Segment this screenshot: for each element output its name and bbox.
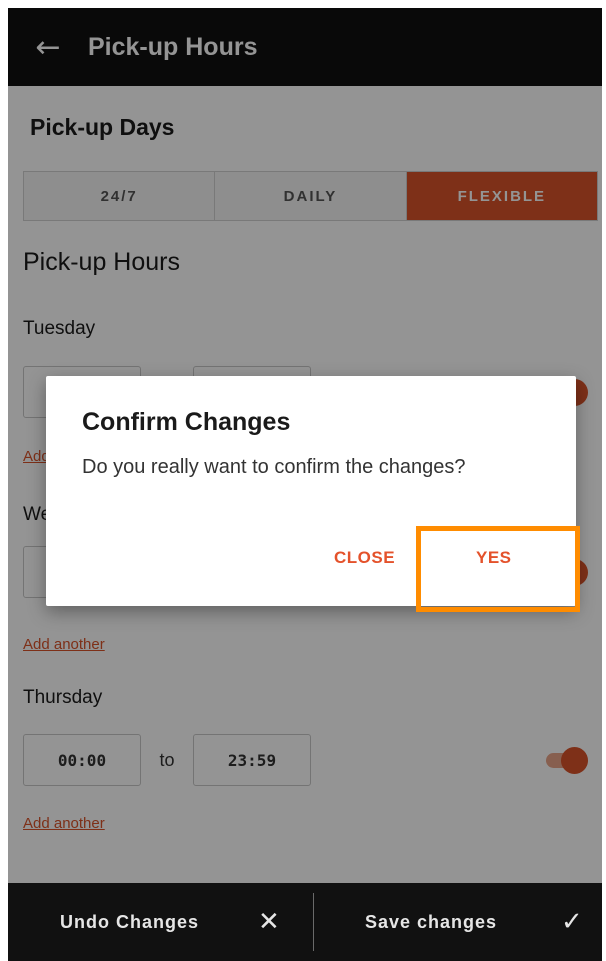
bottom-action-bar: Undo Changes ✕ Save changes ✓ — [8, 883, 602, 961]
yes-button-highlight — [416, 526, 580, 612]
phone-screen: ← Pick-up Hours Pick-up Days 24/7 DAILY … — [8, 8, 602, 961]
close-icon[interactable]: ✕ — [258, 883, 280, 961]
undo-changes-button[interactable]: Undo Changes — [60, 883, 199, 961]
checkmark-icon[interactable]: ✓ — [561, 883, 583, 961]
dialog-title: Confirm Changes — [82, 408, 291, 436]
dialog-message: Do you really want to confirm the change… — [82, 456, 466, 478]
close-button[interactable]: CLOSE — [334, 548, 395, 568]
divider — [313, 893, 314, 951]
save-changes-button[interactable]: Save changes — [365, 883, 497, 961]
